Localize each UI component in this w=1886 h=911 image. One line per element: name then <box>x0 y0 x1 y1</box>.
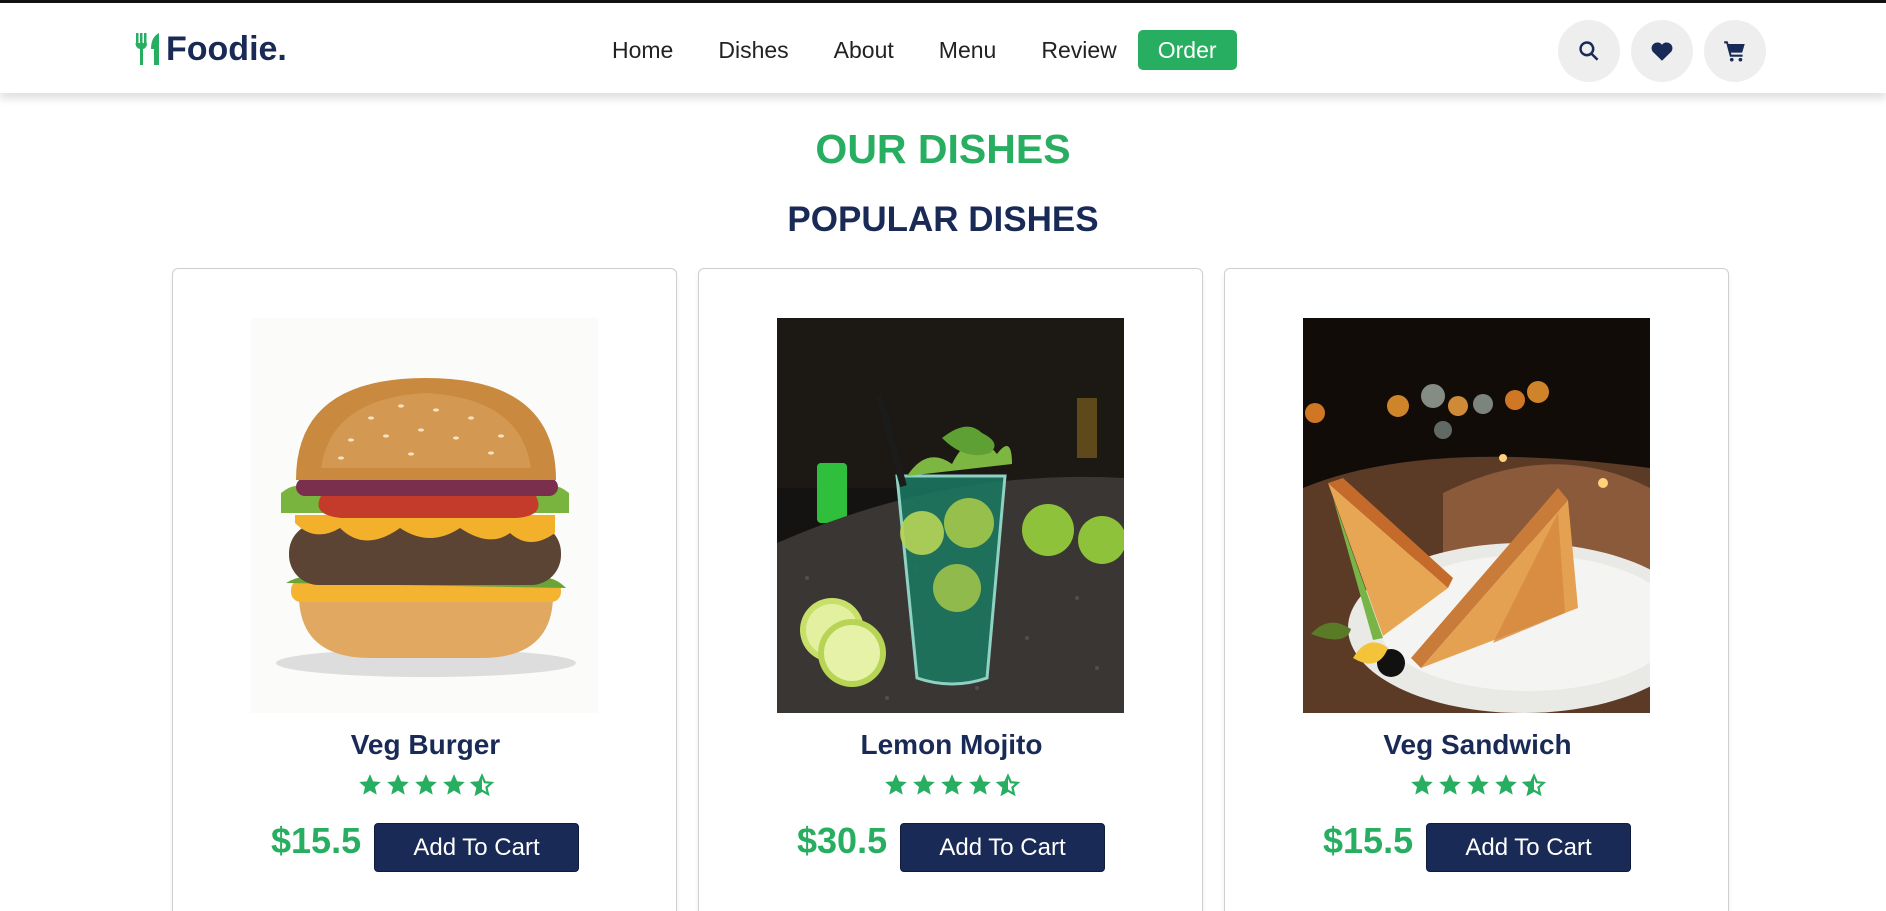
add-to-cart-button[interactable]: Add To Cart <box>374 823 579 872</box>
rating-stars <box>173 772 678 798</box>
dish-name: Veg Sandwich <box>1383 729 1572 760</box>
star-icon <box>912 774 935 795</box>
add-to-cart-button[interactable]: Add To Cart <box>900 823 1105 872</box>
star-icon <box>1410 774 1433 795</box>
star-icon <box>968 774 991 795</box>
nav-home[interactable]: Home <box>596 30 689 70</box>
star-half-icon <box>1521 773 1546 797</box>
add-to-cart-button[interactable]: Add To Cart <box>1426 823 1631 872</box>
burger-image <box>251 318 598 713</box>
star-half-icon <box>995 773 1020 797</box>
rating-stars <box>1225 772 1730 798</box>
mojito-image <box>777 318 1124 713</box>
logo[interactable]: Foodie. <box>132 29 287 69</box>
search-icon <box>1579 41 1599 61</box>
nav-about[interactable]: About <box>818 30 910 70</box>
star-icon <box>414 774 437 795</box>
cart-icon <box>1724 41 1745 62</box>
sandwich-image <box>1303 318 1650 713</box>
star-icon <box>386 774 409 795</box>
star-icon <box>940 774 963 795</box>
dish-card-lemon-mojito: Lemon Mojito $30.5 Add To Cart <box>698 268 1203 911</box>
star-half-icon <box>469 773 494 797</box>
nav-menu[interactable]: Menu <box>923 30 1013 70</box>
dish-name: Veg Burger <box>350 729 501 760</box>
dish-card-veg-burger: Veg Burger $15.5 Add To Cart <box>172 268 677 911</box>
search-button[interactable] <box>1558 20 1620 82</box>
wishlist-button[interactable] <box>1631 20 1693 82</box>
rating-stars <box>699 772 1204 798</box>
nav-order[interactable]: Order <box>1137 30 1237 70</box>
star-icon <box>1466 774 1489 795</box>
star-icon <box>884 774 907 795</box>
header: Foodie. Home Dishes About Menu Review Or… <box>0 0 1886 93</box>
section-heading: POPULAR DISHES <box>787 200 1099 239</box>
star-icon <box>1494 774 1517 795</box>
dish-card-veg-sandwich: Veg Sandwich $15.5 Add To Cart <box>1224 268 1729 911</box>
dish-price: $15.5 <box>1323 820 1414 861</box>
logo-text: Foodie. <box>166 29 287 68</box>
star-icon <box>1438 774 1461 795</box>
main-nav: Home Dishes About Menu Review Order <box>596 29 1250 71</box>
star-icon <box>358 774 381 795</box>
header-icons <box>1558 20 1777 82</box>
star-icon <box>442 774 465 795</box>
nav-review[interactable]: Review <box>1025 30 1132 70</box>
nav-dishes[interactable]: Dishes <box>702 30 804 70</box>
dish-price: $15.5 <box>271 820 362 861</box>
dish-name: Lemon Mojito <box>860 729 1043 760</box>
heart-icon <box>1651 42 1673 61</box>
utensils-icon <box>135 33 159 65</box>
cart-button[interactable] <box>1704 20 1766 82</box>
section-sub-heading: OUR DISHES <box>815 126 1071 172</box>
dish-price: $30.5 <box>797 820 888 861</box>
